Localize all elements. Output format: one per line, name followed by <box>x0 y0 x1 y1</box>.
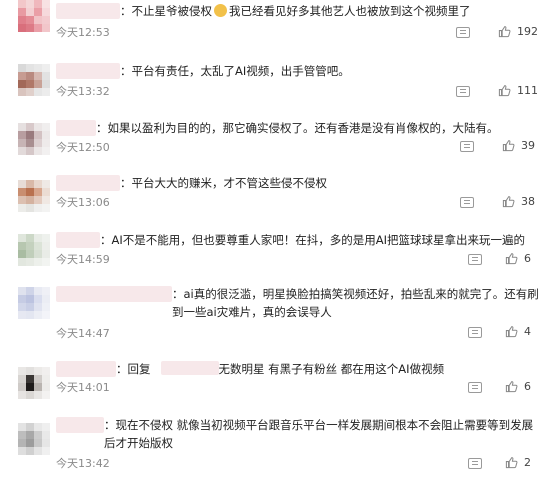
thumbs-up-icon <box>502 140 515 152</box>
username[interactable] <box>56 3 120 19</box>
comment-icon[interactable] <box>468 254 482 265</box>
timestamp: 今天12:53 <box>56 26 110 39</box>
like-button[interactable]: 2 <box>505 456 531 469</box>
thumbs-up-icon <box>498 26 511 38</box>
avatar[interactable] <box>18 0 50 32</box>
comment-text: ：平台大大的赚米，才不管这些侵不侵权 <box>120 176 327 190</box>
thumbs-up-icon <box>505 253 518 265</box>
like-count: 6 <box>524 252 531 265</box>
timestamp: 今天13:06 <box>56 196 110 209</box>
like-button[interactable]: 38 <box>502 195 535 208</box>
username[interactable] <box>56 232 100 248</box>
comment-text: ：不止星爷被侵权 我已经看见好多其他艺人也被放到这个视频里了 <box>120 4 471 18</box>
comment-icon[interactable] <box>468 382 482 393</box>
comment-text: ：ai真的很泛滥，明星换脸拍搞笑视频还好，拍些乱来的就完了。还有刷到一些ai灾难… <box>172 287 539 319</box>
avatar[interactable] <box>18 287 50 319</box>
username[interactable] <box>56 417 104 433</box>
thumbs-up-icon <box>505 457 518 469</box>
comment-icon[interactable] <box>456 27 470 38</box>
avatar[interactable] <box>18 367 50 399</box>
like-button[interactable]: 4 <box>505 325 531 338</box>
like-count: 111 <box>517 84 538 97</box>
avatar[interactable] <box>18 234 50 266</box>
like-button[interactable]: 6 <box>505 252 531 265</box>
username[interactable] <box>56 63 120 79</box>
timestamp: 今天13:32 <box>56 85 110 98</box>
like-count: 39 <box>521 139 535 152</box>
username[interactable] <box>56 120 96 136</box>
like-count: 4 <box>524 325 531 338</box>
avatar[interactable] <box>18 180 50 212</box>
like-button[interactable]: 6 <box>505 380 531 393</box>
avatar[interactable] <box>18 64 50 96</box>
like-count: 6 <box>524 380 531 393</box>
thumbs-up-icon <box>502 196 515 208</box>
like-button[interactable]: 111 <box>498 84 538 97</box>
comment-icon[interactable] <box>468 327 482 338</box>
comment-icon[interactable] <box>460 197 474 208</box>
like-button[interactable]: 39 <box>502 139 535 152</box>
smirk-emoji-icon <box>214 4 227 17</box>
username[interactable] <box>56 361 116 377</box>
comment-text: ：现在不侵权 就像当初视频平台跟音乐平台一样发展期间根本不会阻止需要等到发展后才… <box>104 418 534 450</box>
thumbs-up-icon <box>498 85 511 97</box>
mentioned-username[interactable] <box>160 361 219 375</box>
comment-icon[interactable] <box>468 458 482 469</box>
avatar[interactable] <box>18 123 50 155</box>
comment-text: ：平台有责任，太乱了AI视频，出手管管吧。 <box>120 64 350 78</box>
comment-icon[interactable] <box>460 141 474 152</box>
thumbs-up-icon <box>505 326 518 338</box>
comment-text: ：如果以盈利为目的的，那它确实侵权了。还有香港是没有肖像权的，大陆有。 <box>96 121 499 135</box>
username[interactable] <box>56 175 120 191</box>
like-count: 38 <box>521 195 535 208</box>
timestamp: 今天14:59 <box>56 253 110 266</box>
username[interactable] <box>56 286 172 302</box>
avatar[interactable] <box>18 423 50 455</box>
timestamp: 今天14:01 <box>56 381 110 394</box>
comment-icon[interactable] <box>456 86 470 97</box>
timestamp: 今天12:50 <box>56 141 110 154</box>
comment-text: ：AI不是不能用，但也要尊重人家吧！在抖，多的是用AI把篮球球星拿出来玩一遍的 <box>100 233 526 247</box>
like-count: 192 <box>517 25 538 38</box>
comment-text: ：回复 无数明星 有黑子有粉丝 都在用这个AI做视频 <box>116 361 445 376</box>
thumbs-up-icon <box>505 381 518 393</box>
like-count: 2 <box>524 456 531 469</box>
timestamp: 今天14:47 <box>56 327 110 340</box>
like-button[interactable]: 192 <box>498 25 538 38</box>
timestamp: 今天13:42 <box>56 457 110 470</box>
